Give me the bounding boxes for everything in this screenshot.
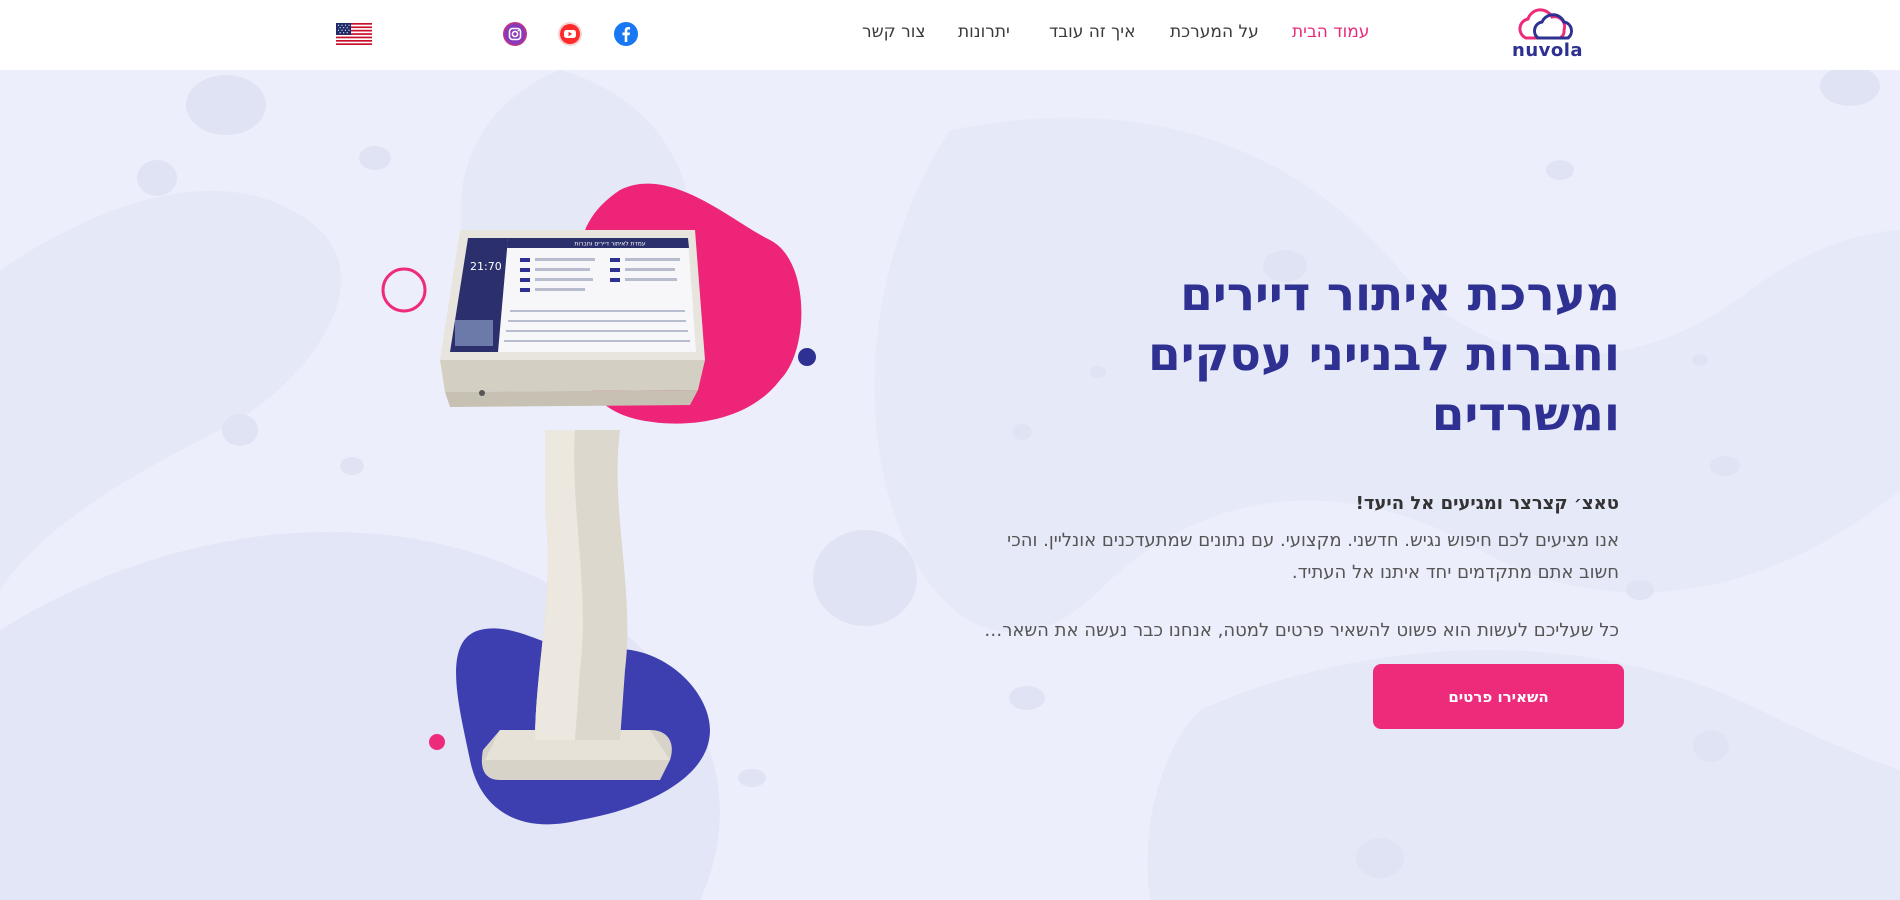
facebook-icon[interactable]: [613, 21, 639, 47]
nav-advantages[interactable]: יתרונות: [958, 22, 1010, 42]
hero-tagline: טאצ׳ קצרצר ומגיעים אל היעד!: [1355, 493, 1619, 514]
headline-line-1: מערכת איתור דיירים: [1180, 267, 1620, 322]
hero-headline: מערכת איתור דיירים וחברות לבנייני עסקים …: [980, 265, 1620, 445]
leave-details-button[interactable]: השאירו פרטים: [1373, 664, 1624, 729]
instagram-icon[interactable]: [502, 21, 528, 47]
nuvola-logo[interactable]: nuvola: [1512, 8, 1584, 64]
nav-about[interactable]: על המערכת: [1170, 22, 1259, 42]
nav-contact[interactable]: צור קשר: [862, 22, 925, 42]
hero-description: אנו מציעים לכם חיפוש נגיש. חדשני. מקצועי…: [999, 525, 1619, 589]
nav-how-it-works[interactable]: איך זה עובד: [1049, 22, 1135, 42]
decorative-background: [0, 70, 1900, 900]
us-flag-icon[interactable]: [336, 23, 372, 45]
hero-section: עמדת לאיתור דיירים וחברות 21:70 מערכת אי…: [0, 70, 1900, 900]
hero-call-to-action-text: כל שעליכם לעשות הוא פשוט להשאיר פרטים למ…: [984, 620, 1619, 641]
nav-home[interactable]: עמוד הבית: [1292, 22, 1369, 42]
description-line-2: חשוב אתם מתקדמים יחד איתנו אל העתיד.: [1291, 562, 1619, 583]
youtube-icon[interactable]: [557, 21, 583, 47]
kiosk-illustration: עמדת לאיתור דיירים וחברות 21:70: [381, 183, 816, 825]
description-line-1: אנו מציעים לכם חיפוש נגיש. חדשני. מקצועי…: [1007, 530, 1619, 551]
kiosk-screen-title: עמדת לאיתור דיירים וחברות: [574, 241, 645, 248]
headline-line-3: ומשרדים: [1431, 387, 1620, 442]
site-header: nuvola עמוד הבית על המערכת איך זה עובד י…: [0, 0, 1900, 70]
logo-text: nuvola: [1512, 40, 1584, 61]
headline-line-2: וחברות לבנייני עסקים: [1148, 327, 1620, 382]
kiosk-time: 21:70: [470, 260, 502, 273]
